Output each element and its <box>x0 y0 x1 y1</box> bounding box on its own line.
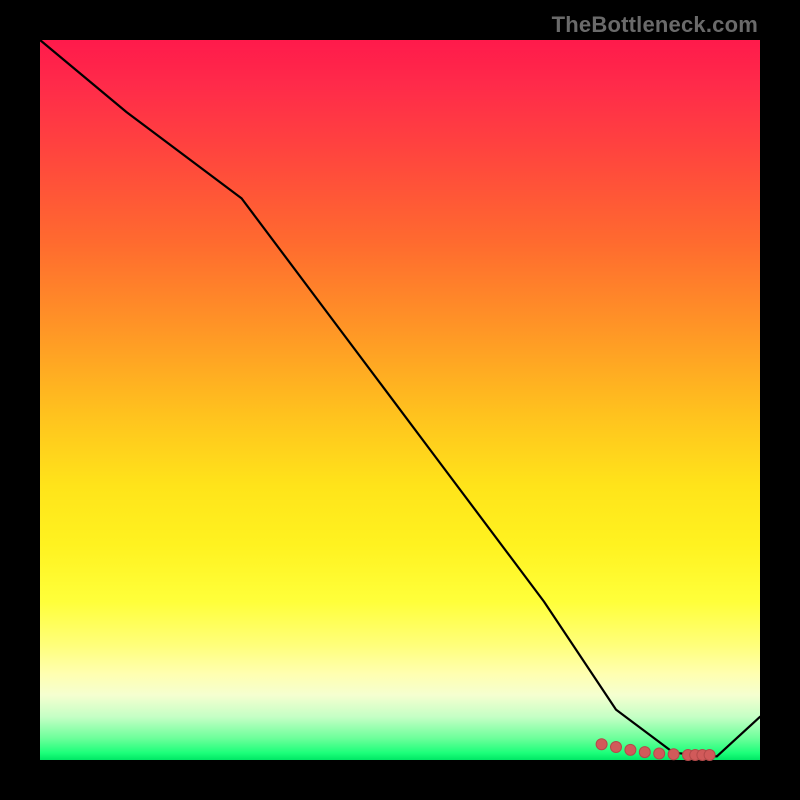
marker-dot <box>654 748 665 759</box>
marker-dot <box>596 739 607 750</box>
marker-dot <box>668 749 679 760</box>
marker-group <box>596 739 715 761</box>
chart-stage: TheBottleneck.com <box>0 0 800 800</box>
chart-svg <box>40 40 760 760</box>
marker-dot <box>639 747 650 758</box>
chart-line <box>40 40 760 756</box>
marker-dot <box>611 742 622 753</box>
marker-dot <box>704 750 715 761</box>
marker-dot <box>625 744 636 755</box>
watermark-text: TheBottleneck.com <box>552 12 758 38</box>
